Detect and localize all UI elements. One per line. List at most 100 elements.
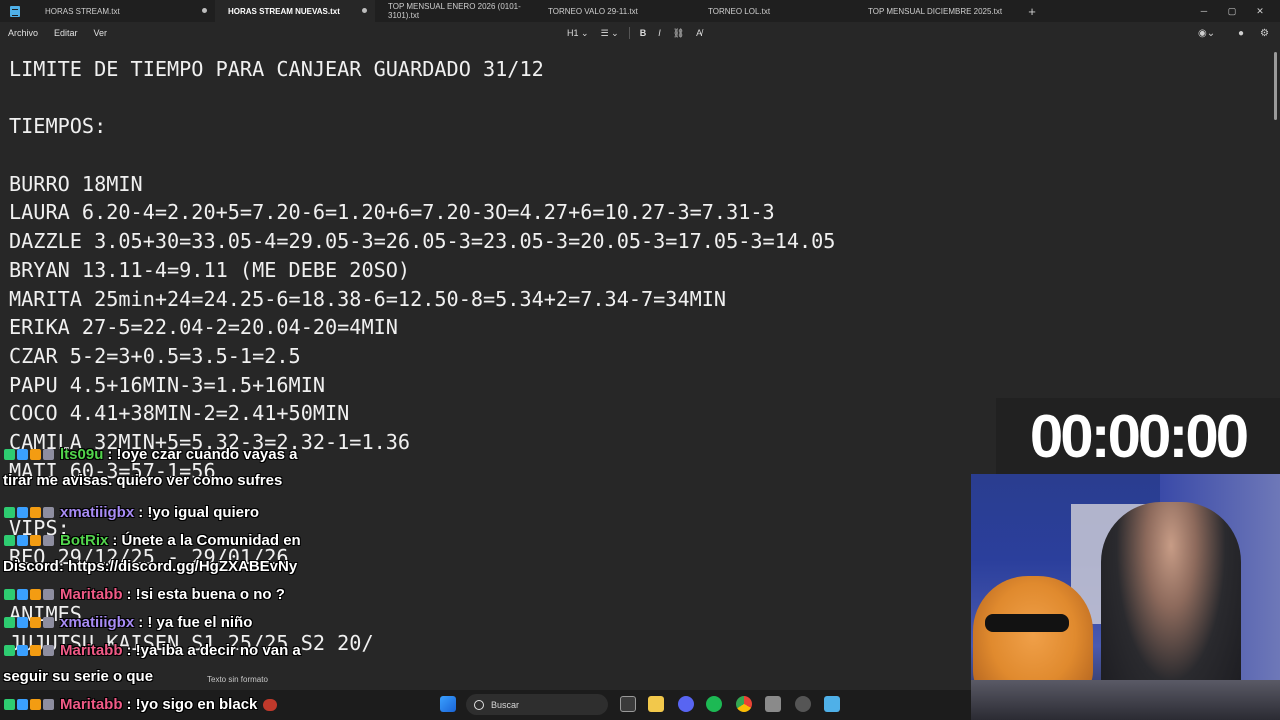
chat-badge-icon: [30, 449, 41, 460]
menu-view[interactable]: Ver: [86, 28, 116, 38]
chat-badge-icon: [43, 589, 54, 600]
chat-badge-icon: [4, 449, 15, 460]
chat-message-text: : ! ya fue el niño: [138, 614, 253, 631]
chat-username: Maritabb: [60, 642, 123, 659]
editor-line: MARITA 25min+24=24.25-6=18.38-6=12.50-8=…: [9, 286, 727, 311]
chat-badge-icon: [4, 699, 15, 710]
plush-sunglasses: [985, 614, 1069, 632]
tab-label: HORAS STREAM.txt: [45, 6, 120, 16]
chat-badge-icon: [30, 699, 41, 710]
chevron-down-icon: ⌄: [611, 27, 619, 38]
clear-formatting-icon[interactable]: A̸: [690, 28, 708, 38]
file-explorer-icon[interactable]: [648, 696, 664, 712]
chat-badge-icon: [30, 617, 41, 628]
taskbar-search-input[interactable]: Buscar: [466, 694, 608, 715]
windows-start-icon[interactable]: [440, 696, 456, 712]
chat-badge-icon: [4, 617, 15, 628]
chat-message-text: : !oye czar cuando vayas a: [107, 446, 298, 463]
tab-horas-stream-nuevas[interactable]: HORAS STREAM NUEVAS.txt: [215, 0, 375, 22]
webcam-desk: [971, 680, 1280, 720]
menu-file[interactable]: Archivo: [0, 28, 46, 38]
chat-username: lts09u: [60, 446, 104, 463]
webcam-feed: [971, 474, 1280, 720]
minimize-button[interactable]: ─: [1189, 0, 1219, 22]
chat-badge-icon: [30, 589, 41, 600]
chat-badge-icon: [17, 589, 28, 600]
calculator-icon[interactable]: [765, 696, 781, 712]
task-view-icon[interactable]: [620, 696, 636, 712]
editor-line: PAPU 4.5+16MIN-3=1.5+16MIN: [9, 372, 326, 397]
chrome-icon[interactable]: [736, 696, 752, 712]
chat-badge-icon: [30, 535, 41, 546]
vertical-scrollbar[interactable]: [1274, 52, 1277, 120]
chat-username: Maritabb: [60, 696, 123, 713]
chat-message: BotRix: Únete a la Comunidad en: [4, 532, 301, 549]
chat-badges: [4, 449, 54, 460]
list-icon: ☰: [600, 27, 609, 38]
discord-icon[interactable]: [678, 696, 694, 712]
editor-line: DAZZLE 3.05+30=33.05-4=29.05-3=26.05-3=2…: [9, 229, 836, 254]
chat-emote-icon: [263, 698, 278, 711]
chat-message: xmatiiigbx: ! ya fue el niño: [4, 614, 252, 631]
unsaved-dot-icon: [202, 8, 207, 13]
editor-line: BRYAN 13.11-4=9.11 (ME DEBE 20SO): [9, 257, 411, 282]
italic-button[interactable]: I: [652, 28, 667, 38]
chat-message-continuation: seguir su serie o que: [3, 668, 154, 685]
chat-badges: [4, 589, 54, 600]
tab-horas-stream[interactable]: HORAS STREAM.txt: [32, 0, 215, 22]
chat-badge-icon: [43, 507, 54, 518]
heading-label: H1: [567, 27, 579, 38]
chat-message-text: : Únete a la Comunidad en: [112, 532, 301, 549]
editor-line: ERIKA 27-5=22.04-2=20.04-20=4MIN: [9, 315, 398, 340]
chevron-down-icon: ⌄: [581, 27, 589, 38]
notepad-app-icon: [10, 5, 20, 17]
chat-badge-icon: [17, 535, 28, 546]
spotify-icon[interactable]: [706, 696, 722, 712]
add-tab-button[interactable]: +: [1021, 4, 1043, 19]
search-label: Buscar: [491, 699, 520, 710]
chat-message-continuation: Discord: https://discord.gg/HgZXABEvNy: [3, 558, 298, 575]
tab-label: TOP MENSUAL ENERO 2026 (0101-3101).txt: [388, 2, 521, 20]
chat-badge-icon: [4, 507, 15, 518]
chat-badge-icon: [4, 589, 15, 600]
notepad-taskbar-icon[interactable]: [824, 696, 840, 712]
account-icon[interactable]: ●: [1238, 22, 1244, 44]
link-icon[interactable]: ⛓: [667, 28, 690, 39]
editor-line: TIEMPOS:: [9, 114, 107, 139]
tab-torneo-lol[interactable]: TORNEO LOL.txt: [695, 0, 855, 22]
chat-badge-icon: [30, 507, 41, 518]
search-icon: [474, 699, 484, 710]
chat-message: xmatiiigbx: !yo igual quiero: [4, 504, 259, 521]
settings-gear-icon[interactable]: ⚙: [1260, 22, 1269, 44]
chat-message: Maritabb: !yo sigo en black: [4, 696, 278, 713]
obs-icon[interactable]: [795, 696, 811, 712]
text-format-status[interactable]: Texto sin formato: [207, 675, 268, 684]
chat-badge-icon: [17, 617, 28, 628]
chat-badge-icon: [4, 645, 15, 656]
tab-top-mensual-diciembre[interactable]: TOP MENSUAL DICIEMBRE 2025.txt: [855, 0, 1015, 22]
tab-top-mensual-enero[interactable]: TOP MENSUAL ENERO 2026 (0101-3101).txt: [375, 0, 535, 22]
editor-line: BURRO 18MIN: [9, 171, 143, 196]
bold-button[interactable]: B: [634, 28, 653, 38]
menu-edit[interactable]: Editar: [46, 28, 86, 38]
chat-badge-icon: [43, 449, 54, 460]
copilot-icon[interactable]: ◉⌄: [1198, 22, 1215, 44]
chat-badge-icon: [17, 507, 28, 518]
heading-dropdown[interactable]: H1 ⌄: [561, 28, 595, 39]
chat-badges: [4, 617, 54, 628]
chat-message-text: : !ya iba a decir no van a: [126, 642, 301, 659]
chat-badge-icon: [43, 617, 54, 628]
chat-badge-icon: [43, 535, 54, 546]
tab-torneo-valo[interactable]: TORNEO VALO 29-11.txt: [535, 0, 695, 22]
unsaved-dot-icon: [362, 8, 367, 13]
tab-label: TORNEO VALO 29-11.txt: [548, 6, 638, 16]
chat-badges: [4, 645, 54, 656]
list-dropdown[interactable]: ☰ ⌄: [595, 28, 625, 39]
chat-badge-icon: [43, 645, 54, 656]
chat-username: BotRix: [60, 532, 109, 549]
chat-badge-icon: [17, 699, 28, 710]
maximize-button[interactable]: ▢: [1217, 0, 1247, 22]
close-button[interactable]: ✕: [1245, 0, 1275, 22]
